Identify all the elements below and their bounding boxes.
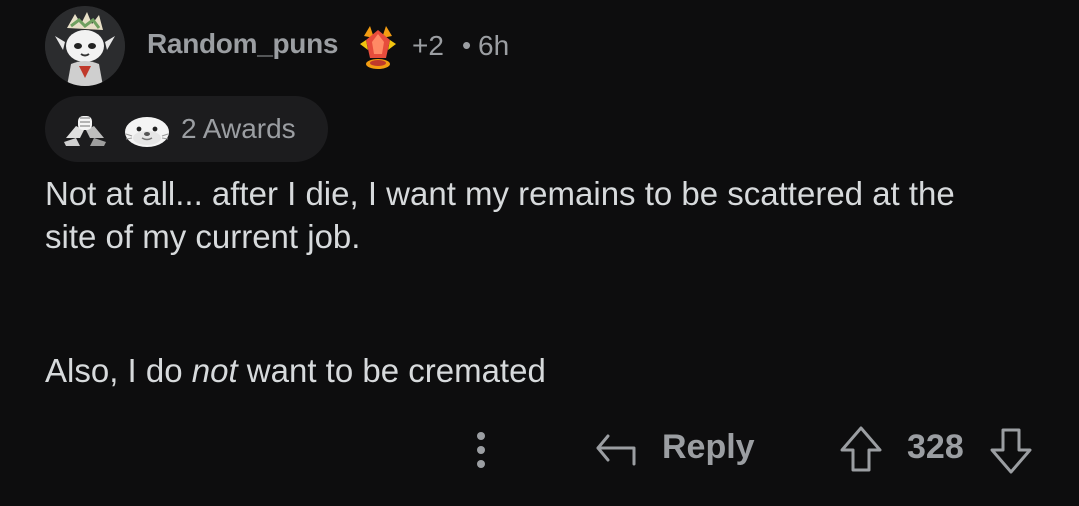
- separator-dot: •: [462, 30, 472, 60]
- crystal-award-icon: [356, 22, 400, 72]
- more-vertical-icon: [477, 432, 485, 440]
- more-options-button[interactable]: [466, 428, 496, 472]
- emphasized-text: not: [191, 352, 238, 389]
- reply-arrow-icon: [594, 428, 638, 468]
- more-vertical-icon: [477, 446, 485, 454]
- username[interactable]: Random_puns: [147, 28, 338, 60]
- comment-text-segment: Also, I do: [45, 352, 192, 389]
- arm-wrestling-award-icon: [62, 108, 108, 148]
- upvote-button[interactable]: [838, 424, 884, 476]
- more-vertical-icon: [477, 460, 485, 468]
- reply-label: Reply: [662, 428, 755, 466]
- upvote-arrow-icon: [840, 426, 882, 472]
- timestamp: 6h: [478, 30, 510, 61]
- downvote-arrow-icon: [990, 428, 1032, 474]
- seal-award-icon: [122, 110, 172, 150]
- awards-count-label: 2 Awards: [181, 113, 296, 144]
- award-count: +2: [412, 30, 444, 61]
- comment: Random_puns +2 • 6h 2 Awards Not at all.…: [0, 0, 1079, 506]
- comment-text-segment: want to be cremated: [237, 352, 546, 389]
- user-avatar[interactable]: [45, 6, 125, 86]
- avatar-icon: [45, 6, 125, 86]
- reply-button[interactable]: Reply: [594, 424, 764, 476]
- vote-score: 328: [907, 428, 964, 466]
- comment-body-line-1: Not at all... after I die, I want my rem…: [45, 175, 955, 212]
- downvote-button[interactable]: [988, 424, 1034, 476]
- comment-body-line-3: Also, I do not want to be cremated: [45, 350, 546, 392]
- comment-body-line-2: site of my current job.: [45, 218, 361, 255]
